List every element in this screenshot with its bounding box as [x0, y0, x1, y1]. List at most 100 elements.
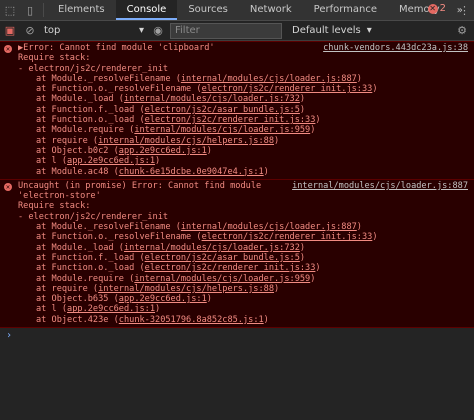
- stack-frame: at Function.f._load (electron/js2c/asar_…: [18, 105, 474, 115]
- stack-frame: at Object.b0c2 (app.2e9cc6ed.js:1): [18, 146, 474, 156]
- kebab-menu-icon[interactable]: ⋮: [459, 4, 470, 17]
- error-icon: ✕: [4, 182, 12, 191]
- frame-function: at l (: [36, 156, 68, 167]
- source-link[interactable]: chunk-vendors.443dc23a.js:38: [323, 43, 468, 53]
- console-output: ✕ chunk-vendors.443dc23a.js:38 ▶Error: Can…: [0, 41, 474, 420]
- frame-close-paren: ): [155, 156, 161, 167]
- frame-function: at Function.o._load (: [36, 115, 145, 126]
- frame-source-link[interactable]: app.2e9cc6ed.js:1: [119, 294, 207, 304]
- levels-value: Default levels: [292, 25, 361, 36]
- frame-close-paren: ): [315, 115, 321, 126]
- frame-source-link[interactable]: app.2e9cc6ed.js:1: [67, 156, 155, 166]
- frame-function: at l (: [36, 304, 68, 315]
- frame-source-link[interactable]: internal/modules/cjs/loader.js:887: [181, 74, 357, 84]
- frame-function: at Module._resolveFilename (: [36, 222, 181, 233]
- chevron-down-icon: ▾: [366, 25, 372, 36]
- error-count-badge[interactable]: ✕ 2: [427, 3, 446, 14]
- frame-function: at Module._load (: [36, 94, 124, 105]
- frame-source-link[interactable]: chunk-6e15dcbe.0e9047e4.js:1: [119, 167, 264, 177]
- stack-frame: at Module._load (internal/modules/cjs/lo…: [18, 94, 474, 104]
- error-count: 2: [439, 3, 446, 14]
- frame-source-link[interactable]: internal/modules/cjs/loader.js:959: [134, 125, 310, 135]
- error-text: Require stack:: [18, 201, 91, 212]
- frame-close-paren: ): [206, 294, 212, 305]
- stack-frame: at require (internal/modules/cjs/helpers…: [18, 284, 474, 294]
- stack-frame: at Function.o._load (electron/js2c/rende…: [18, 263, 474, 273]
- frame-source-link[interactable]: internal/modules/cjs/helpers.js:88: [98, 136, 274, 146]
- error-text: Require stack:: [18, 53, 91, 64]
- frame-close-paren: ): [299, 94, 306, 105]
- frame-source-link[interactable]: electron/js2c/renderer_init.js:33: [145, 115, 316, 125]
- stack-frame: at Function.o._resolveFilename (electron…: [18, 84, 474, 94]
- frame-source-link[interactable]: electron/js2c/renderer_init.js:33: [202, 232, 373, 242]
- frame-function: at Function.f._load (: [36, 252, 145, 263]
- frame-close-paren: ): [274, 283, 280, 294]
- tab-console[interactable]: Console: [115, 0, 178, 20]
- console-toolbar: ▣ ⊘ top ▾ ◉ Filter Default levels ▾ ⚙: [0, 21, 474, 41]
- console-prompt[interactable]: ›: [0, 328, 474, 341]
- frame-source-link[interactable]: internal/modules/cjs/loader.js:732: [124, 243, 300, 253]
- frame-function: at Function.o._resolveFilename (: [36, 232, 202, 243]
- filter-input[interactable]: Filter: [170, 22, 282, 39]
- frame-source-link[interactable]: internal/modules/cjs/loader.js:959: [134, 274, 310, 284]
- frame-source-link[interactable]: internal/modules/cjs/helpers.js:88: [98, 284, 274, 294]
- divider: [43, 3, 44, 17]
- sidebar-toggle-icon[interactable]: ▣: [0, 21, 20, 41]
- levels-select[interactable]: Default levels ▾: [292, 25, 372, 36]
- stack-frame: at Module._resolveFilename (internal/mod…: [18, 74, 474, 84]
- stack-frame: at l (app.2e9cc6ed.js:1): [18, 156, 474, 166]
- context-select[interactable]: top ▾: [40, 25, 148, 36]
- stack-frame: at Object.b635 (app.2e9cc6ed.js:1): [18, 294, 474, 304]
- console-error-message: ✕ chunk-vendors.443dc23a.js:38 ▶Error: Can…: [0, 41, 474, 180]
- frame-function: at Function.o._resolveFilename (: [36, 84, 202, 95]
- inspect-element-icon[interactable]: ⬚: [0, 0, 20, 20]
- gear-icon[interactable]: ⚙: [452, 21, 472, 41]
- frame-source-link[interactable]: internal/modules/cjs/loader.js:732: [124, 94, 300, 104]
- frame-source-link[interactable]: app.2e9cc6ed.js:1: [67, 304, 155, 314]
- frame-source-link[interactable]: electron/js2c/renderer_init.js:33: [145, 263, 316, 273]
- stack-frame: at Module.require (internal/modules/cjs/…: [18, 274, 474, 284]
- frame-function: at require (: [36, 135, 99, 146]
- frame-function: at Module.ac48 (: [36, 166, 119, 177]
- frame-source-link[interactable]: app.2e9cc6ed.js:1: [119, 146, 207, 156]
- tab-network[interactable]: Network: [239, 0, 303, 20]
- stack-frame: at Module.require (internal/modules/cjs/…: [18, 125, 474, 135]
- error-icon: ✕: [427, 3, 438, 14]
- frame-close-paren: ): [263, 166, 269, 177]
- device-toolbar-icon[interactable]: ▯: [20, 0, 40, 20]
- source-link[interactable]: internal/modules/cjs/loader.js:887: [292, 181, 468, 191]
- frame-close-paren: ): [372, 84, 378, 95]
- frame-close-paren: ): [299, 104, 306, 115]
- tab-sources[interactable]: Sources: [177, 0, 239, 20]
- context-value: top: [44, 25, 61, 36]
- frame-function: at Function.o._load (: [36, 263, 145, 274]
- frame-close-paren: ): [356, 73, 362, 84]
- frame-close-paren: ): [310, 273, 316, 284]
- frame-source-link[interactable]: electron/js2c/asar_bundle.js:5: [145, 105, 300, 115]
- frame-function: at Module._resolveFilename (: [36, 73, 181, 84]
- stack-frame: at l (app.2e9cc6ed.js:1): [18, 304, 474, 314]
- frame-source-link[interactable]: electron/js2c/asar_bundle.js:5: [145, 253, 300, 263]
- frame-source-link[interactable]: electron/js2c/renderer_init.js:33: [202, 84, 373, 94]
- stack-frame: at Object.423e (chunk-32051796.8a852c85.…: [18, 315, 474, 325]
- eye-icon[interactable]: ◉: [148, 21, 168, 41]
- devtools-tab-bar: ⬚ ▯ Elements Console Sources Network Per…: [0, 0, 474, 21]
- frame-function: at Object.b635 (: [36, 294, 119, 305]
- stack-frame: at require (internal/modules/cjs/helpers…: [18, 136, 474, 146]
- error-text: - electron/js2c/renderer_init: [18, 63, 169, 74]
- tab-elements[interactable]: Elements: [47, 0, 116, 20]
- frame-close-paren: ): [315, 263, 321, 274]
- frame-function: at Function.f._load (: [36, 104, 145, 115]
- error-icon: ✕: [4, 45, 12, 53]
- frame-source-link[interactable]: internal/modules/cjs/loader.js:887: [181, 222, 357, 232]
- clear-console-icon[interactable]: ⊘: [20, 21, 40, 41]
- tab-performance[interactable]: Performance: [303, 0, 388, 20]
- chevron-down-icon: ▾: [138, 25, 144, 36]
- error-text: - electron/js2c/renderer_init: [18, 211, 169, 222]
- frame-close-paren: ): [356, 222, 362, 233]
- frame-close-paren: ): [155, 304, 161, 315]
- frame-source-link[interactable]: chunk-32051796.8a852c85.js:1: [119, 315, 264, 325]
- frame-close-paren: ): [206, 145, 212, 156]
- frame-function: at Module.require (: [36, 273, 135, 284]
- frame-function: at Module.require (: [36, 125, 135, 136]
